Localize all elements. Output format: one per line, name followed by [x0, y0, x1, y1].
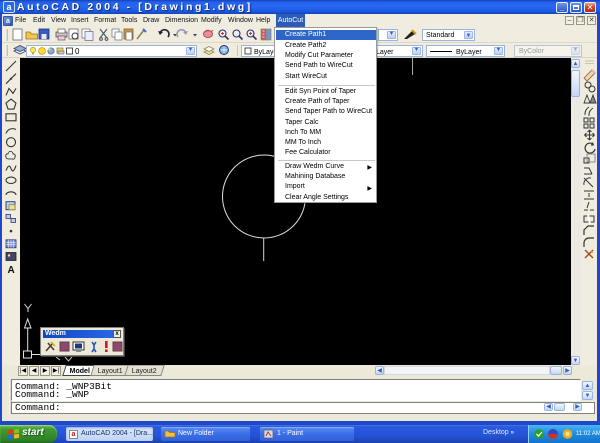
- svg-text:ByLayer: ByLayer: [456, 49, 482, 56]
- svg-text:Layer: Layer: [376, 49, 394, 56]
- svg-text:0: 0: [75, 47, 80, 56]
- svg-text:A: A: [8, 265, 15, 276]
